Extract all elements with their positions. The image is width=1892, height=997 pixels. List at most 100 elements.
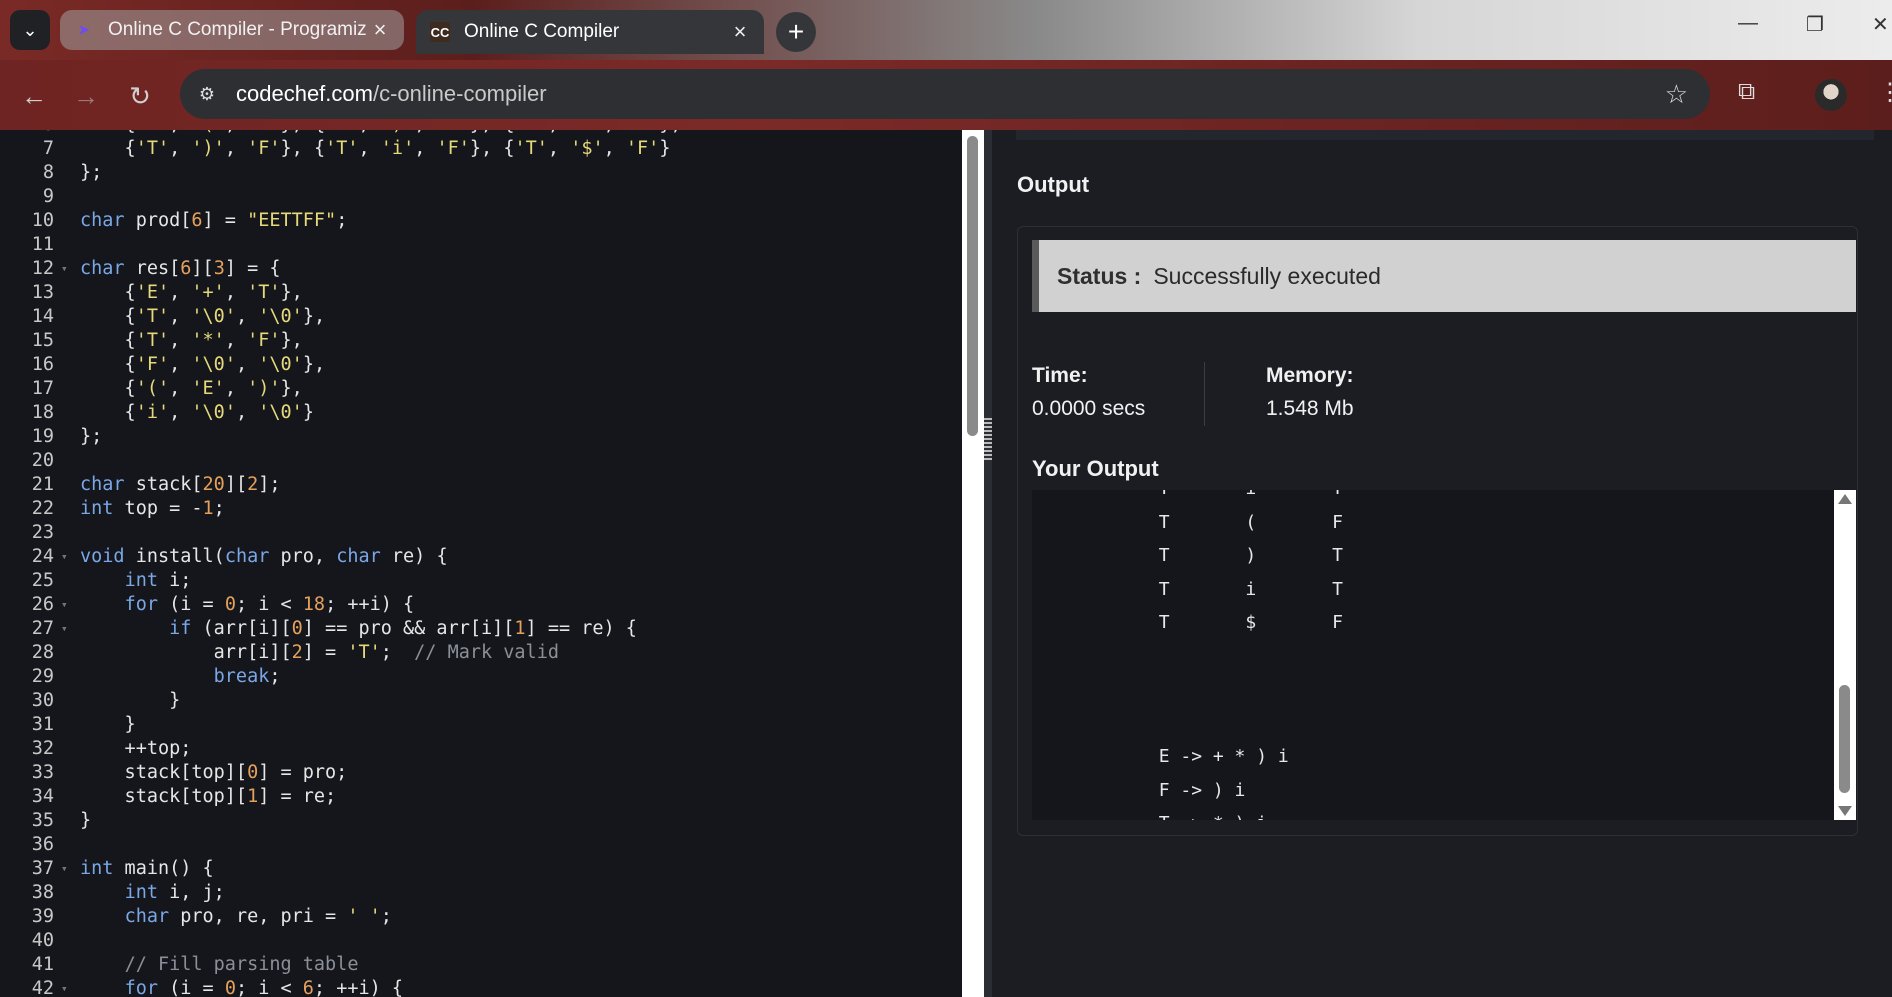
back-arrow-icon[interactable]: ←: [16, 78, 52, 114]
code-line[interactable]: 17 {'(', 'E', ')'},: [0, 377, 962, 401]
code-line[interactable]: 34 stack[top][1] = re;: [0, 785, 962, 809]
code-line[interactable]: 24 ▾ void install(char pro, char re) {: [0, 545, 962, 569]
scroll-down-icon[interactable]: [1838, 806, 1852, 816]
line-number: 21: [31, 474, 54, 495]
fold-arrow-icon[interactable]: ▾: [61, 545, 68, 569]
memory-label: Memory:: [1266, 364, 1354, 387]
tab-programiz[interactable]: ➤ Online C Compiler - Programiz ×: [60, 10, 404, 50]
avatar[interactable]: [1815, 79, 1847, 111]
code-text: // Fill parsing table: [124, 954, 359, 975]
code-line[interactable]: 19};: [0, 425, 962, 449]
tab-codechef[interactable]: CC Online C Compiler ×: [416, 10, 764, 54]
forward-arrow-icon[interactable]: →: [68, 78, 104, 114]
scrollbar-thumb[interactable]: [967, 136, 978, 436]
line-number: 31: [31, 714, 54, 735]
code-line[interactable]: 20: [0, 449, 962, 473]
code-line[interactable]: 13 {'E', '+', 'T'},: [0, 281, 962, 305]
address-bar[interactable]: ⚙ codechef.com/c-online-compiler ☆: [180, 69, 1710, 119]
code-line[interactable]: 15 {'T', '*', 'F'},: [0, 329, 962, 353]
line-number: 36: [31, 834, 54, 855]
codechef-icon: CC: [430, 22, 450, 42]
code-line[interactable]: 33 stack[top][0] = pro;: [0, 761, 962, 785]
code-line[interactable]: 26 ▾ for (i = 0; i < 18; ++i) {: [0, 593, 962, 617]
code-line[interactable]: 36: [0, 833, 962, 857]
output-title: Output: [1017, 172, 1090, 197]
tab-search-button[interactable]: ⌄: [10, 10, 50, 50]
line-number: 10: [31, 210, 54, 231]
code-line[interactable]: 30 }: [0, 689, 962, 713]
plus-icon: +: [787, 16, 805, 47]
new-tab-button[interactable]: +: [776, 12, 816, 52]
code-line[interactable]: 29 break;: [0, 665, 962, 689]
program-output: T i T T ( F T ) T T i T T $ F E -> + * )…: [1032, 490, 1856, 820]
bookmark-star-icon[interactable]: ☆: [1665, 79, 1688, 110]
menu-dots-icon[interactable]: ⋮: [1878, 78, 1892, 107]
fold-arrow-icon[interactable]: ▾: [61, 257, 68, 281]
output-line: T ) T: [1072, 545, 1343, 566]
line-number: 27: [31, 618, 54, 639]
output-scrollbar[interactable]: [1834, 490, 1856, 820]
code-line[interactable]: 42 ▾ for (i = 0; i < 6; ++i) {: [0, 977, 962, 997]
close-tab-icon[interactable]: ×: [730, 19, 750, 45]
status-value: Successfully executed: [1153, 262, 1381, 289]
code-line[interactable]: 27 ▾ if (arr[i][0] == pro && arr[i][1] ==…: [0, 617, 962, 641]
code-line[interactable]: 21 char stack[20][2];: [0, 473, 962, 497]
code-text: int i;: [124, 570, 192, 591]
code-line[interactable]: 41 // Fill parsing table: [0, 953, 962, 977]
code-line[interactable]: 40: [0, 929, 962, 953]
code-line[interactable]: 23: [0, 521, 962, 545]
line-number: 35: [31, 810, 54, 831]
code-line[interactable]: 8};: [0, 161, 962, 185]
code-line[interactable]: 37 ▾ int main() {: [0, 857, 962, 881]
scrollbar-thumb[interactable]: [1839, 685, 1850, 793]
line-number: 32: [31, 738, 54, 759]
line-number: 20: [31, 450, 54, 471]
code-line[interactable]: 32 ++top;: [0, 737, 962, 761]
code-line[interactable]: 25 int i;: [0, 569, 962, 593]
pane-splitter[interactable]: [984, 130, 992, 997]
line-number: 16: [31, 354, 54, 375]
code-line[interactable]: 14 {'T', '\0', '\0'},: [0, 305, 962, 329]
editor-scrollbar[interactable]: [962, 130, 984, 997]
code-line[interactable]: 39 char pro, re, pri = ' ';: [0, 905, 962, 929]
line-number: 39: [31, 906, 54, 927]
code-line[interactable]: 18 {'i', '\0', '\0'}: [0, 401, 962, 425]
splitter-grip-icon[interactable]: [984, 418, 992, 462]
code-line[interactable]: 7 {'T', ')', 'F'}, {'T', 'i', 'F'}, {'T'…: [0, 137, 962, 161]
code-text: {'T', '(', 'F'}, {'T', ')', 'T'}, {'T', …: [80, 130, 682, 137]
code-line[interactable]: 11: [0, 233, 962, 257]
code-line[interactable]: 12 ▾ char res[6][3] = {: [0, 257, 962, 281]
line-number: 18: [31, 402, 54, 423]
close-window-icon[interactable]: ✕: [1872, 12, 1889, 37]
code-editor[interactable]: 6 {'T', '(', 'F'}, {'T', ')', 'T'}, {'T'…: [0, 130, 962, 997]
code-text: char pro, re, pri = ' ';: [124, 906, 392, 927]
fold-arrow-icon[interactable]: ▾: [61, 617, 68, 641]
programiz-icon: ➤: [78, 22, 90, 37]
code-line[interactable]: 6 {'T', '(', 'F'}, {'T', ')', 'T'}, {'T'…: [0, 130, 962, 137]
restore-icon[interactable]: ❐: [1806, 12, 1824, 37]
line-number: 24: [31, 546, 54, 567]
fold-arrow-icon[interactable]: ▾: [61, 593, 68, 617]
code-line[interactable]: 28 arr[i][2] = 'T'; // Mark valid: [0, 641, 962, 665]
scroll-up-icon[interactable]: [1838, 494, 1852, 504]
code-line[interactable]: 16 {'F', '\0', '\0'},: [0, 353, 962, 377]
site-settings-icon[interactable]: ⚙: [192, 79, 222, 109]
code-line[interactable]: 31 }: [0, 713, 962, 737]
code-line[interactable]: 35}: [0, 809, 962, 833]
output-line: T i T: [1072, 578, 1343, 600]
code-line[interactable]: 9: [0, 185, 962, 209]
extensions-icon[interactable]: ⧉: [1738, 78, 1755, 106]
output-line: T ( F: [1072, 511, 1343, 533]
close-tab-icon[interactable]: ×: [370, 17, 390, 43]
fold-arrow-icon[interactable]: ▾: [61, 977, 68, 997]
code-line[interactable]: 22 int top = -1;: [0, 497, 962, 521]
fold-arrow-icon[interactable]: ▾: [61, 857, 68, 881]
line-number: 13: [31, 282, 54, 303]
reload-icon[interactable]: ↻: [122, 78, 158, 114]
line-number: 6: [0, 130, 54, 137]
code-text: int i, j;: [124, 882, 225, 903]
code-text: }: [80, 690, 181, 711]
code-line[interactable]: 38 int i, j;: [0, 881, 962, 905]
minimize-icon[interactable]: —: [1738, 12, 1758, 35]
code-line[interactable]: 10 char prod[6] = "EETTFF";: [0, 209, 962, 233]
